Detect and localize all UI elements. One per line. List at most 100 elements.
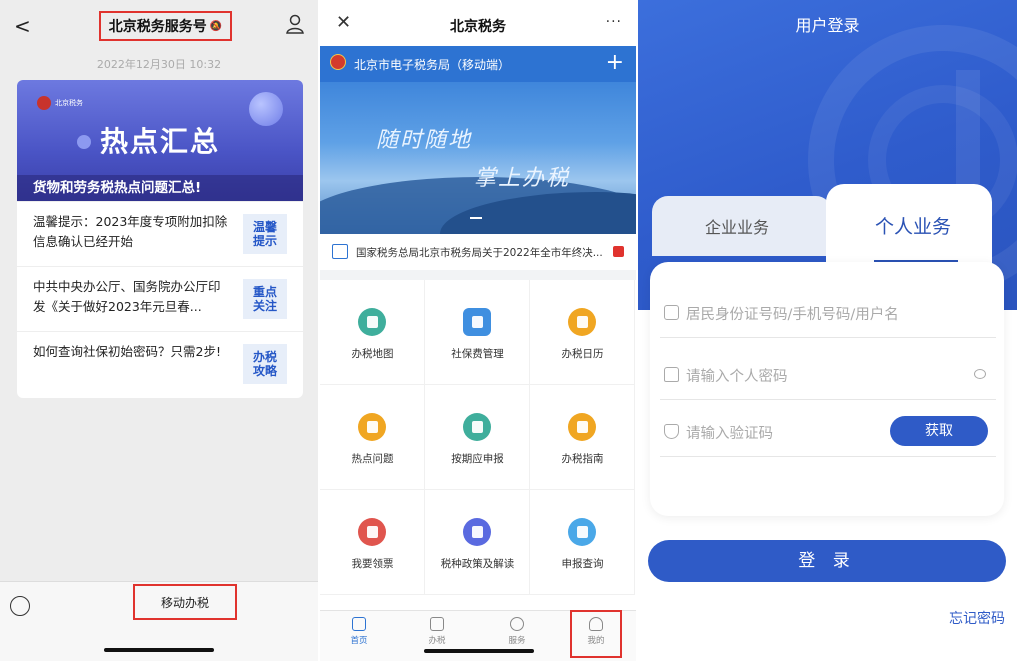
- home-indicator: [424, 649, 534, 653]
- hero-banner[interactable]: 随时随地 掌上办税: [320, 82, 636, 234]
- menu-mobile-tax[interactable]: 移动办税: [133, 584, 237, 620]
- article-title: 温馨提示：2023年度专项附加扣除信息确认已经开始: [33, 214, 228, 249]
- notice-bar[interactable]: 国家税务总局北京市税务局关于2022年全市年终决...: [320, 234, 636, 270]
- webview-nav-bar: ✕ 北京税务 ···: [320, 0, 636, 46]
- mobile-tax-home-panel: ✕ 北京税务 ··· 北京市电子税务局（移动端） + 随时随地 掌上办税 国家税…: [320, 0, 636, 661]
- banner-logo-text: 北京税务: [55, 99, 83, 107]
- tab-label: 办税: [428, 636, 446, 646]
- tax-emblem-icon: [330, 54, 346, 70]
- query-icon: [568, 518, 596, 546]
- heart-icon: [510, 617, 524, 631]
- webview-title: 北京税务: [450, 19, 506, 35]
- article-thumbnail: 温馨 提示: [243, 214, 287, 254]
- tab-tax[interactable]: 办税: [412, 617, 462, 646]
- service-label: 税种政策及解读: [440, 558, 515, 570]
- wechat-chat-panel: < 北京税务服务号 🔕 2022年12月30日 10:32 北京税务 热点汇总 …: [0, 0, 318, 661]
- service-get-invoice[interactable]: 我要领票: [320, 490, 425, 595]
- notice-icon: [332, 244, 348, 259]
- tab-service[interactable]: 服务: [492, 617, 542, 646]
- service-label: 办税指南: [561, 453, 604, 465]
- user-icon[interactable]: [286, 14, 304, 34]
- map-icon: [358, 308, 386, 336]
- chat-bottom-menu: 移动办税: [0, 581, 318, 661]
- get-code-button[interactable]: 获取: [890, 416, 988, 446]
- service-tax-guide[interactable]: 办税指南: [530, 385, 635, 490]
- new-badge-icon: [613, 246, 624, 257]
- login-button[interactable]: 登 录: [648, 540, 1006, 582]
- login-panel: 用户登录 企业业务 个人业务 居民身份证号码/手机号码/用户名 请输入个人密码 …: [638, 0, 1017, 661]
- carousel-indicator: [470, 217, 482, 219]
- hero-slogan-line1: 随时随地: [376, 128, 473, 153]
- more-icon[interactable]: ···: [606, 14, 622, 30]
- service-label: 社保费管理: [451, 348, 504, 360]
- service-label: 办税日历: [561, 348, 604, 360]
- hero-slogan-line2: 掌上办税: [474, 166, 571, 191]
- tab-home[interactable]: 首页: [334, 617, 384, 646]
- id-field[interactable]: 居民身份证号码/手机号码/用户名: [660, 288, 996, 338]
- password-field[interactable]: 请输入个人密码: [660, 350, 996, 400]
- id-card-icon: [664, 305, 679, 320]
- thumbnail-label: 办税 攻略: [252, 350, 277, 378]
- chat-title: 北京税务服务号: [108, 19, 207, 35]
- service-periodic-filing[interactable]: 按期应申报: [425, 385, 530, 490]
- eye-icon[interactable]: [974, 369, 986, 379]
- service-filing-query[interactable]: 申报查询: [530, 490, 635, 595]
- login-form: 居民身份证号码/手机号码/用户名 请输入个人密码 请输入验证码 获取: [650, 262, 1004, 516]
- service-label: 办税地图: [351, 348, 394, 360]
- ticket-icon: [358, 518, 386, 546]
- service-tax-map[interactable]: 办税地图: [320, 280, 425, 385]
- list-icon: [430, 617, 444, 631]
- wallet-icon: [463, 308, 491, 336]
- service-label: 我要领票: [351, 558, 394, 570]
- captcha-field-placeholder: 请输入验证码: [686, 426, 773, 442]
- article-list-item[interactable]: 中共中央办公厅、国务院办公厅印发《关于做好2023年元旦春... 重点 关注: [17, 266, 303, 328]
- service-label: 热点问题: [351, 453, 394, 465]
- service-social-security[interactable]: 社保费管理: [425, 280, 530, 385]
- app-header: 北京市电子税务局（移动端） +: [320, 46, 636, 82]
- tab-label: 服务: [508, 636, 526, 646]
- chevron-left-icon[interactable]: <: [14, 14, 31, 38]
- id-field-placeholder: 居民身份证号码/手机号码/用户名: [686, 307, 899, 323]
- article-card[interactable]: 北京税务 热点汇总 货物和劳务税热点问题汇总! 温馨提示：2023年度专项附加扣…: [17, 80, 303, 398]
- banner-headline: 热点汇总: [99, 125, 220, 158]
- password-field-placeholder: 请输入个人密码: [686, 369, 788, 385]
- message-timestamp: 2022年12月30日 10:32: [96, 58, 222, 71]
- chat-title-highlight: 北京税务服务号 🔕: [99, 11, 232, 41]
- forgot-password-link[interactable]: 忘记密码: [949, 608, 1005, 628]
- notice-text: 国家税务总局北京市税务局关于2022年全市年终决...: [356, 247, 603, 259]
- lock-icon: [664, 367, 679, 382]
- banner-logo: 北京税务: [37, 96, 83, 110]
- decorative-bar: [956, 70, 980, 190]
- tab-enterprise[interactable]: 企业业务: [652, 214, 822, 238]
- guide-icon: [568, 413, 596, 441]
- home-indicator: [104, 648, 214, 652]
- keyboard-icon[interactable]: [10, 596, 30, 616]
- article-banner[interactable]: 北京税务 热点汇总 货物和劳务税热点问题汇总!: [17, 80, 303, 201]
- tab-personal[interactable]: 个人业务: [838, 212, 988, 239]
- page-title: 用户登录: [795, 16, 860, 35]
- service-label: 按期应申报: [451, 453, 504, 465]
- service-hot-questions[interactable]: 热点问题: [320, 385, 425, 490]
- calendar-icon: [568, 308, 596, 336]
- shield-icon: [664, 424, 679, 439]
- tax-emblem-icon: [37, 96, 51, 110]
- chat-nav-bar: < 北京税务服务号 🔕: [0, 0, 318, 50]
- captcha-field[interactable]: 请输入验证码 获取: [660, 407, 996, 457]
- app-header-title: 北京市电子税务局（移动端）: [354, 58, 511, 72]
- article-thumbnail: 办税 攻略: [243, 344, 287, 384]
- service-label: 申报查询: [561, 558, 604, 570]
- thumbnail-label: 重点 关注: [252, 285, 277, 313]
- article-list-item[interactable]: 温馨提示：2023年度专项附加扣除信息确认已经开始 温馨 提示: [17, 201, 303, 263]
- mute-icon: 🔕: [209, 20, 223, 32]
- document-icon: [358, 413, 386, 441]
- service-tax-calendar[interactable]: 办税日历: [530, 280, 635, 385]
- plus-icon[interactable]: +: [606, 50, 624, 75]
- article-list-item[interactable]: 如何查询社保初始密码？只需2步! 办税 攻略: [17, 331, 303, 393]
- banner-subtitle: 货物和劳务税热点问题汇总!: [17, 175, 303, 201]
- thumbnail-label: 温馨 提示: [252, 220, 277, 248]
- service-grid: 办税地图 社保费管理 办税日历 热点问题 按期应申报 办税指南 我要领票 税种政…: [320, 280, 636, 610]
- edit-icon: [463, 413, 491, 441]
- article-thumbnail: 重点 关注: [243, 279, 287, 319]
- service-tax-policy[interactable]: 税种政策及解读: [425, 490, 530, 595]
- home-icon: [352, 617, 366, 631]
